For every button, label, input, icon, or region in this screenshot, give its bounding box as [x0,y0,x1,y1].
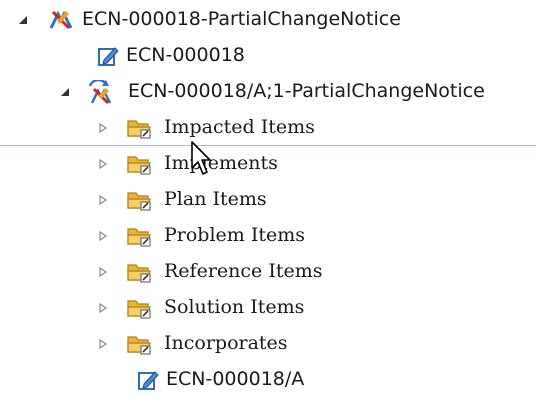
document-edit-icon [136,368,160,392]
change-notice-icon [48,8,73,32]
collapsed-triangle-icon[interactable] [98,339,108,349]
object-tree: ECN-000018-PartialChangeNotice ECN-00001… [0,0,536,398]
tree-node-ecn-a[interactable]: ECN-000018/A [0,362,536,398]
tree-node-label: ECN-000018 [126,44,245,66]
tree-node-problem-items[interactable]: Problem Items [0,218,536,254]
folder-icon [126,224,151,248]
collapsed-triangle-icon[interactable] [98,123,108,133]
folder-icon [126,116,151,140]
tree-node-label: Problem Items [164,224,305,246]
collapsed-triangle-icon[interactable] [98,267,108,277]
change-notice-revision-icon [86,80,112,105]
tree-node-ecn-revision[interactable]: ECN-000018/A;1-PartialChangeNotice [0,74,536,110]
tree-node-label: ECN-000018/A [166,368,305,390]
tree-node-label: Solution Items [164,296,305,318]
collapsed-triangle-icon[interactable] [98,159,108,169]
tree-node-solution-items[interactable]: Solution Items [0,290,536,326]
tree-node-label: ECN-000018-PartialChangeNotice [82,8,401,30]
tree-node-label: ECN-000018/A;1-PartialChangeNotice [128,80,485,102]
tree-node-root[interactable]: ECN-000018-PartialChangeNotice [0,2,536,38]
tree-node-label: Plan Items [164,188,267,210]
collapsed-triangle-icon[interactable] [98,231,108,241]
tree-node-label: Reference Items [164,260,323,282]
folder-icon [126,188,151,212]
tree-node-reference-items[interactable]: Reference Items [0,254,536,290]
tree-node-label: Implements [164,152,278,174]
tree-node-label: Impacted Items [164,116,315,138]
tree-node-impacted-items[interactable]: Impacted Items [0,110,536,146]
collapsed-triangle-icon[interactable] [98,195,108,205]
document-edit-icon [96,44,120,68]
collapsed-triangle-icon[interactable] [98,303,108,313]
tree-node-incorporates[interactable]: Incorporates [0,326,536,362]
folder-icon [126,260,151,284]
folder-icon [126,332,151,356]
tree-node-implements[interactable]: Implements [0,146,536,182]
tree-node-ecn[interactable]: ECN-000018 [0,38,536,74]
tree-node-label: Incorporates [164,332,288,354]
expanded-triangle-icon[interactable] [60,87,70,97]
expanded-triangle-icon[interactable] [18,15,28,25]
tree-node-plan-items[interactable]: Plan Items [0,182,536,218]
folder-icon [126,296,151,320]
mouse-pointer-icon [190,140,212,180]
folder-icon [126,152,151,176]
